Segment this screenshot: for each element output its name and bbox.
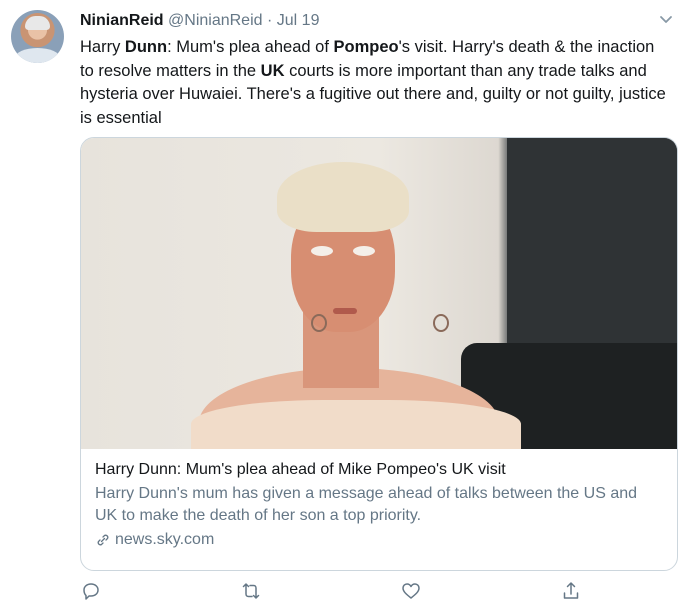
card-image-left-earring bbox=[311, 314, 327, 332]
tweet-text-keyword: Dunn bbox=[124, 38, 168, 56]
card-image[interactable] bbox=[81, 138, 677, 449]
tweet-text-keyword: Pompeo bbox=[333, 38, 399, 56]
avatar[interactable] bbox=[11, 10, 64, 63]
heart-icon[interactable] bbox=[400, 580, 422, 602]
header-separator: · bbox=[266, 12, 273, 29]
reply-icon[interactable] bbox=[80, 580, 102, 602]
share-icon[interactable] bbox=[560, 580, 582, 602]
retweet-icon[interactable] bbox=[240, 580, 262, 602]
tweet-date[interactable]: Jul 19 bbox=[277, 12, 320, 29]
tweet-text-segment: : Mum's plea ahead of bbox=[167, 38, 334, 56]
tweet-actions bbox=[80, 580, 620, 604]
card-image-right-earring bbox=[433, 314, 449, 332]
card-image-hair bbox=[277, 162, 409, 232]
card-title[interactable]: Harry Dunn: Mum's plea ahead of Mike Pom… bbox=[95, 459, 663, 481]
card-image-mouth bbox=[333, 308, 357, 314]
card-image-left-eye bbox=[311, 246, 333, 256]
link-card[interactable]: Harry Dunn: Mum's plea ahead of Mike Pom… bbox=[80, 137, 678, 571]
card-description: Harry Dunn's mum has given a message ahe… bbox=[95, 485, 638, 524]
link-icon bbox=[95, 532, 111, 548]
card-domain[interactable]: news.sky.com bbox=[95, 529, 663, 551]
chevron-down-icon[interactable] bbox=[659, 10, 673, 32]
card-domain-text: news.sky.com bbox=[115, 531, 215, 548]
avatar-shirt bbox=[15, 48, 60, 63]
tweet-header: NinianReid @NinianReid · Jul 19 bbox=[80, 10, 673, 32]
author-handle[interactable]: @NinianReid bbox=[168, 12, 263, 29]
avatar-hair bbox=[25, 16, 50, 30]
author-name[interactable]: NinianReid bbox=[80, 12, 164, 29]
tweet-text-segment: Harry bbox=[80, 38, 125, 56]
card-body: Harry Dunn: Mum's plea ahead of Mike Pom… bbox=[95, 459, 663, 551]
tweet-text: Harry Dunn: Mum's plea ahead of Pompeo's… bbox=[80, 36, 670, 130]
tweet-text-keyword: UK bbox=[260, 61, 285, 80]
card-image-right-eye bbox=[353, 246, 375, 256]
card-image-background-panel bbox=[507, 138, 677, 358]
card-image-top bbox=[191, 400, 521, 449]
